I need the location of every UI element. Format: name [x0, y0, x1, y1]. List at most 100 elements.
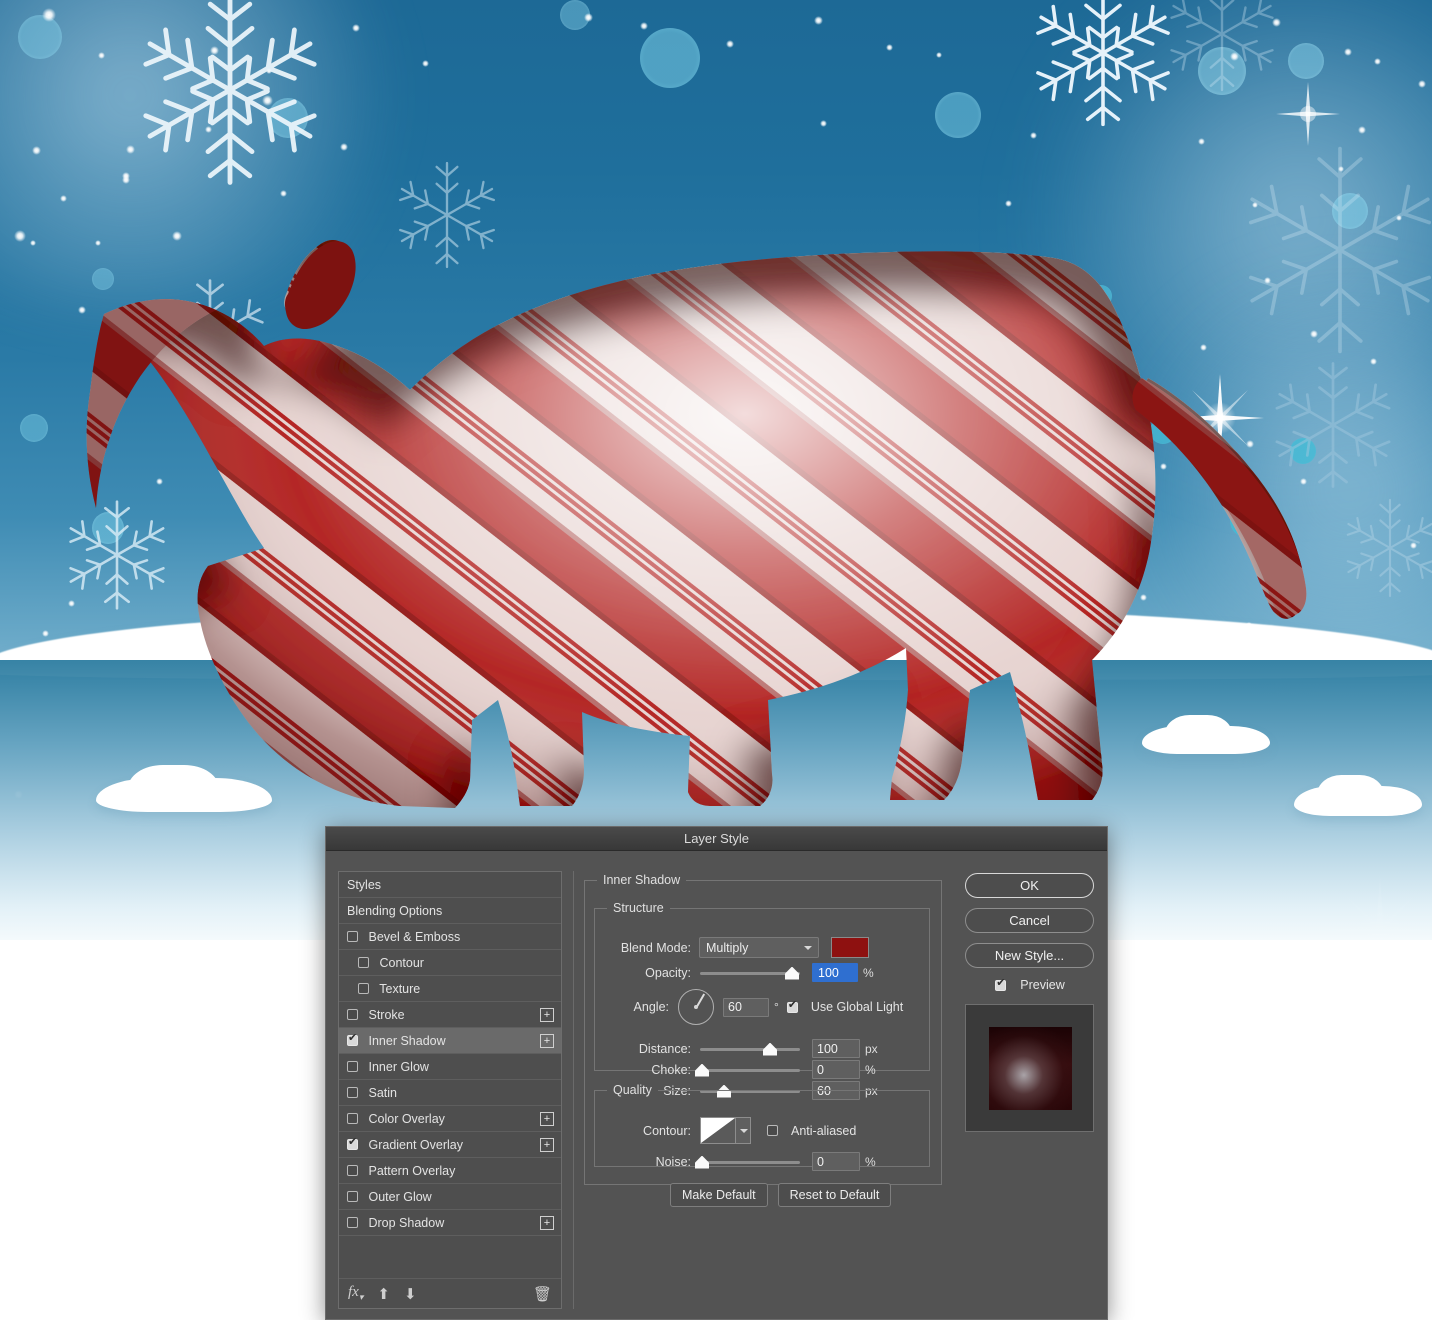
style-checkbox[interactable]	[347, 1061, 358, 1072]
dialog-title: Layer Style	[683, 831, 750, 846]
add-effect-plus-icon[interactable]: +	[540, 1216, 554, 1230]
angle-unit: °	[774, 1000, 779, 1014]
style-checkbox[interactable]	[347, 1031, 358, 1046]
noise-row: Noise: %	[595, 1152, 927, 1171]
style-row-label: Stroke	[368, 1008, 405, 1022]
effect-preview-swatch	[989, 1027, 1072, 1110]
opacity-input[interactable]	[812, 963, 858, 982]
noise-input[interactable]	[812, 1152, 860, 1171]
blend-mode-label: Blend Mode:	[620, 940, 691, 955]
use-global-light-checkbox[interactable]: Use Global Light	[786, 998, 903, 1014]
style-row-bevel-emboss[interactable]: Bevel & Emboss	[339, 924, 561, 950]
styles-list[interactable]: Styles Blending Options Bevel & Emboss C…	[339, 872, 561, 1278]
arrow-down-icon[interactable]: ⬇	[404, 1285, 417, 1303]
use-global-light-box[interactable]	[786, 998, 798, 1013]
style-checkbox[interactable]	[347, 1009, 358, 1020]
dialog-body: Styles Blending Options Bevel & Emboss C…	[326, 851, 1107, 1320]
style-checkbox[interactable]	[347, 1165, 358, 1176]
style-checkbox[interactable]	[358, 983, 369, 994]
style-row-styles[interactable]: Styles	[339, 872, 561, 898]
cancel-button[interactable]: Cancel	[965, 908, 1094, 933]
fx-icon[interactable]: fx▾	[348, 1284, 363, 1303]
preview-toggle-row[interactable]: Preview	[965, 976, 1095, 992]
noise-slider-thumb[interactable]	[695, 1155, 709, 1169]
opacity-slider[interactable]	[700, 966, 800, 980]
distance-slider[interactable]	[700, 1042, 800, 1056]
add-effect-plus-icon[interactable]: +	[540, 1008, 554, 1022]
choke-slider-thumb[interactable]	[695, 1063, 709, 1077]
style-row-inner-glow[interactable]: Inner Glow	[339, 1054, 561, 1080]
anti-aliased-box[interactable]	[767, 1125, 778, 1136]
styles-footer-toolbar: fx▾ ⬆ ⬇ 🗑	[339, 1278, 561, 1308]
choke-label: Choke:	[651, 1062, 691, 1077]
style-row-color-overlay[interactable]: Color Overlay +	[339, 1106, 561, 1132]
noise-label: Noise:	[655, 1154, 691, 1169]
angle-label: Angle:	[633, 1000, 669, 1014]
styles-panel: Styles Blending Options Bevel & Emboss C…	[338, 871, 562, 1309]
preview-checkbox[interactable]	[995, 976, 1007, 991]
dialog-title-bar[interactable]: Layer Style	[326, 827, 1107, 851]
make-default-button[interactable]: Make Default	[670, 1183, 768, 1207]
style-row-drop-shadow[interactable]: Drop Shadow +	[339, 1210, 561, 1236]
shadow-color-swatch[interactable]	[831, 937, 869, 958]
add-effect-plus-icon[interactable]: +	[540, 1034, 554, 1048]
chevron-down-icon[interactable]	[736, 1117, 751, 1144]
style-row-label: Styles	[347, 878, 382, 892]
style-row-inner-shadow[interactable]: Inner Shadow +	[339, 1028, 561, 1054]
contour-picker[interactable]	[700, 1117, 751, 1144]
style-checkbox[interactable]	[347, 1191, 358, 1202]
contour-preview[interactable]	[700, 1117, 736, 1144]
blend-mode-dropdown-wrap[interactable]: Multiply	[699, 937, 819, 958]
arrow-up-icon[interactable]: ⬆	[377, 1285, 390, 1303]
style-row-satin[interactable]: Satin	[339, 1080, 561, 1106]
style-row-contour[interactable]: Contour	[339, 950, 561, 976]
canvas-artwork	[0, 0, 1432, 940]
ok-button[interactable]: OK	[965, 873, 1094, 898]
style-checkbox[interactable]	[347, 1113, 358, 1124]
distance-slider-thumb[interactable]	[763, 1042, 777, 1056]
blend-mode-select[interactable]: Multiply	[699, 937, 819, 958]
default-buttons-row: Make Default Reset to Default	[670, 1183, 892, 1207]
style-checkbox[interactable]	[347, 1135, 358, 1150]
choke-input[interactable]	[812, 1060, 860, 1079]
distance-label: Distance:	[638, 1041, 691, 1056]
style-row-pattern-overlay[interactable]: Pattern Overlay	[339, 1158, 561, 1184]
layer-style-dialog: Layer Style Styles Blending Options Beve…	[325, 826, 1108, 1320]
effect-preview-thumbnail	[965, 1004, 1094, 1132]
choke-slider[interactable]	[695, 1063, 800, 1077]
new-style-button[interactable]: New Style...	[965, 943, 1094, 968]
anti-aliased-checkbox[interactable]: Anti-aliased	[767, 1124, 856, 1138]
distance-input[interactable]	[812, 1039, 860, 1058]
distance-unit: px	[865, 1041, 878, 1056]
style-row-outer-glow[interactable]: Outer Glow	[339, 1184, 561, 1210]
style-checkbox[interactable]	[347, 931, 358, 942]
quality-group: Quality Contour: Anti-aliased Noise: 0 %	[594, 1083, 930, 1171]
rhino-ear	[284, 241, 356, 330]
style-row-texture[interactable]: Texture	[339, 976, 561, 1002]
anti-aliased-label: Anti-aliased	[791, 1123, 857, 1138]
reset-to-default-button[interactable]: Reset to Default	[777, 1183, 892, 1207]
add-effect-plus-icon[interactable]: +	[540, 1138, 554, 1152]
style-row-label: Blending Options	[347, 904, 443, 918]
style-row-label: Satin	[368, 1086, 397, 1100]
distance-row: Distance: px	[595, 1039, 927, 1058]
style-checkbox[interactable]	[347, 1217, 358, 1228]
style-checkbox[interactable]	[358, 957, 369, 968]
style-checkbox[interactable]	[347, 1087, 358, 1098]
style-row-label: Bevel & Emboss	[368, 930, 461, 944]
trash-icon[interactable]: 🗑	[533, 1285, 552, 1303]
style-row-blending-options[interactable]: Blending Options	[339, 898, 561, 924]
angle-input[interactable]	[723, 997, 769, 1017]
inner-shadow-group: Inner Shadow Structure Blend Mode: Multi…	[584, 873, 942, 1207]
style-row-stroke[interactable]: Stroke +	[339, 1002, 561, 1028]
angle-hub	[694, 1005, 698, 1009]
angle-row: Angle: ° Use Global Light	[595, 989, 927, 1025]
structure-group-title: Structure	[613, 901, 664, 915]
opacity-slider-thumb[interactable]	[785, 966, 799, 980]
noise-slider[interactable]	[695, 1155, 800, 1169]
noise-unit: %	[865, 1154, 876, 1169]
angle-dial[interactable]	[678, 989, 714, 1025]
style-row-gradient-overlay[interactable]: Gradient Overlay +	[339, 1132, 561, 1158]
opacity-unit: %	[863, 965, 874, 980]
add-effect-plus-icon[interactable]: +	[540, 1112, 554, 1126]
